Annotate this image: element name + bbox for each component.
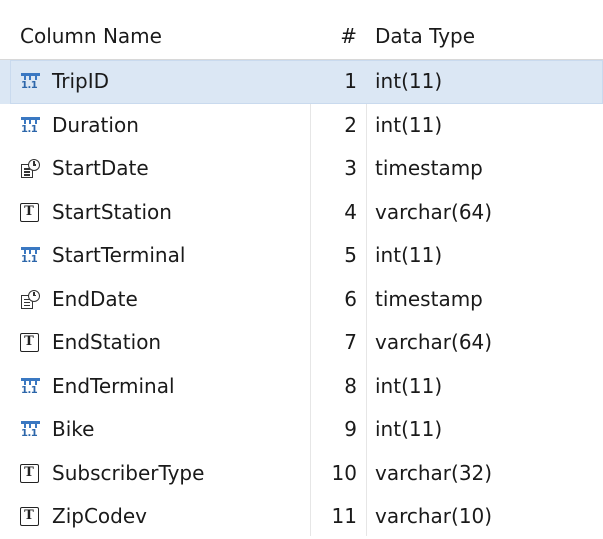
columns-table: Column Name # Data Type 1.1 TripID 1 int… <box>0 0 603 536</box>
column-data-type-cell: int(11) <box>375 112 443 137</box>
column-number-cell: 2 <box>344 112 357 137</box>
header-data-type[interactable]: Data Type <box>375 14 475 59</box>
text-column-icon: T <box>20 507 41 527</box>
column-number-cell: 7 <box>344 330 357 354</box>
column-name-cell: EndTerminal <box>52 373 175 398</box>
header-number[interactable]: # <box>339 14 357 59</box>
column-name-cell: StartStation <box>52 199 172 224</box>
column-number-cell: 1 <box>344 69 357 93</box>
table-row[interactable]: 1.1 Duration 2 int(11) <box>0 104 603 148</box>
column-number-cell: 11 <box>331 504 357 528</box>
table-row[interactable]: T ZipCodev 11 varchar(10) <box>0 495 603 539</box>
top-strip <box>0 0 603 8</box>
column-name-cell: StartTerminal <box>52 243 186 267</box>
numeric-column-icon: 1.1 <box>20 246 41 266</box>
column-name-cell: TripID <box>52 69 110 93</box>
column-data-type-cell: int(11) <box>375 243 443 267</box>
column-name-cell: ZipCodev <box>52 504 147 528</box>
column-name-cell: SubscriberType <box>52 460 205 485</box>
column-number-cell: 8 <box>344 373 357 398</box>
table-row[interactable]: 1.1 StartTerminal 5 int(11) <box>0 234 603 278</box>
table-row[interactable]: StartDate 3 timestamp <box>0 147 603 191</box>
header-column-name[interactable]: Column Name <box>20 14 162 59</box>
column-number-cell: 6 <box>344 286 357 311</box>
column-data-type-cell: varchar(64) <box>375 199 493 224</box>
table-row[interactable]: T EndStation 7 varchar(64) <box>0 321 603 365</box>
table-row[interactable]: EndDate 6 timestamp <box>0 278 603 322</box>
column-name-cell: Duration <box>52 112 139 137</box>
column-data-type-cell: varchar(32) <box>375 460 493 485</box>
column-number-cell: 10 <box>331 460 357 485</box>
column-data-type-cell: varchar(10) <box>375 504 493 528</box>
table-row[interactable]: T SubscriberType 10 varchar(32) <box>0 452 603 496</box>
column-name-cell: EndStation <box>52 330 162 354</box>
column-number-cell: 5 <box>344 243 357 267</box>
column-number-cell: 3 <box>344 156 357 180</box>
table-row[interactable]: 1.1 EndTerminal 8 int(11) <box>0 365 603 409</box>
column-name-cell: StartDate <box>52 156 149 180</box>
numeric-column-icon: 1.1 <box>20 377 41 397</box>
table-body: 1.1 TripID 1 int(11) 1.1 Duration 2 int(… <box>0 60 603 539</box>
column-data-type-cell: varchar(64) <box>375 330 493 354</box>
column-name-cell: Bike <box>52 417 95 441</box>
column-data-type-cell: int(11) <box>375 373 443 398</box>
column-number-cell: 9 <box>344 417 357 441</box>
timestamp-column-icon <box>20 289 41 310</box>
numeric-column-icon: 1.1 <box>20 116 41 136</box>
column-data-type-cell: timestamp <box>375 156 483 180</box>
column-number-cell: 4 <box>344 199 357 224</box>
text-column-icon: T <box>20 463 41 484</box>
table-row[interactable]: 1.1 TripID 1 int(11) <box>0 60 603 104</box>
table-row[interactable]: T StartStation 4 varchar(64) <box>0 191 603 235</box>
numeric-column-icon: 1.1 <box>20 420 41 440</box>
column-name-cell: EndDate <box>52 286 138 311</box>
column-data-type-cell: int(11) <box>375 417 443 441</box>
text-column-icon: T <box>20 202 41 223</box>
timestamp-column-icon <box>20 159 41 179</box>
numeric-column-icon: 1.1 <box>20 72 41 92</box>
column-data-type-cell: timestamp <box>375 286 483 311</box>
table-header: Column Name # Data Type <box>0 14 603 60</box>
table-row[interactable]: 1.1 Bike 9 int(11) <box>0 408 603 452</box>
column-data-type-cell: int(11) <box>375 69 443 93</box>
text-column-icon: T <box>20 333 41 353</box>
